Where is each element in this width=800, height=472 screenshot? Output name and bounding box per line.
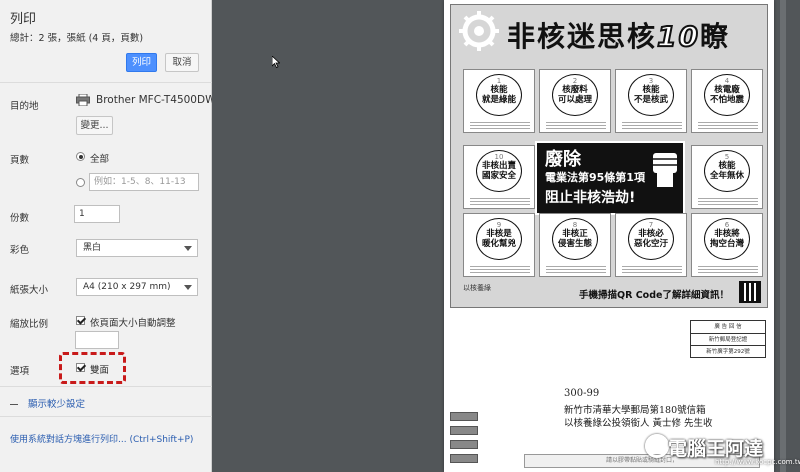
address-line-2: 以核養綠公投領銜人 黃士修 先生收 bbox=[564, 418, 713, 429]
pages-all-label: 全部 bbox=[90, 154, 110, 165]
myth-circle: 6 非核將 掏空台灣 bbox=[704, 218, 750, 260]
watermark: 電腦王阿達 bbox=[668, 438, 764, 460]
myth-body-text bbox=[546, 120, 606, 130]
collapse-icon bbox=[10, 404, 18, 405]
myth-body-text bbox=[470, 196, 530, 206]
center-banner: 廢除 電業法第95條第1項 阻止非核浩劫! bbox=[535, 141, 685, 215]
poster-title-suffix: 瞭 bbox=[700, 20, 731, 53]
print-button[interactable]: 列印 bbox=[126, 53, 157, 72]
pages-all-radio[interactable] bbox=[76, 152, 85, 161]
duplex-checkbox[interactable] bbox=[76, 363, 85, 372]
preview-page[interactable]: 非核迷思核10瞭 1 核能 就是綠能 2 核廢料 可以處理 3 核能 不是核武 4 核電… bbox=[444, 0, 774, 472]
paper-size-select[interactable]: A4 (210 x 297 mm) bbox=[76, 278, 198, 296]
destination-label: 目的地 bbox=[10, 101, 39, 112]
address-line-1: 新竹市清華大學郵局第180號信箱 bbox=[564, 405, 706, 416]
myth-card: 10 非核出賣 國家安全 bbox=[463, 145, 535, 209]
color-label: 彩色 bbox=[10, 245, 30, 256]
pages-custom-radio[interactable] bbox=[76, 178, 85, 187]
myth-circle: 1 核能 就是綠能 bbox=[476, 74, 522, 116]
chevron-down-icon bbox=[184, 285, 192, 290]
copies-input[interactable]: 1 bbox=[74, 205, 120, 223]
myth-circle: 8 非核正 侵害生態 bbox=[552, 218, 598, 260]
color-select[interactable]: 黑白 bbox=[76, 239, 198, 257]
qr-code-icon bbox=[739, 281, 761, 303]
barcode-bar bbox=[450, 426, 478, 435]
scale-input[interactable] bbox=[75, 331, 119, 349]
watermark-logo-icon bbox=[645, 434, 669, 458]
fist-icon bbox=[653, 153, 677, 187]
myth-card: 7 非核必 惡化空汙 bbox=[615, 213, 687, 277]
divider bbox=[0, 386, 212, 387]
myth-card: 2 核廢料 可以處理 bbox=[539, 69, 611, 133]
myth-card: 3 核能 不是核武 bbox=[615, 69, 687, 133]
center-sub-text: 電業法第95條第1項 bbox=[545, 171, 645, 184]
myth-card: 5 核能 全年無休 bbox=[691, 145, 763, 209]
duplex-label: 雙面 bbox=[90, 365, 110, 376]
chevron-down-icon bbox=[184, 246, 192, 251]
watermark-url: http://www.kocpc.com.tw bbox=[715, 458, 800, 466]
fewer-settings-label: 顯示較少設定 bbox=[28, 399, 86, 410]
myth-circle: 2 核廢料 可以處理 bbox=[552, 74, 598, 116]
color-select-value: 黑白 bbox=[83, 243, 102, 253]
myth-card: 6 非核將 掏空台灣 bbox=[691, 213, 763, 277]
copies-label: 份數 bbox=[10, 213, 30, 224]
poster-title-number: 10 bbox=[656, 19, 700, 54]
barcode-bar bbox=[450, 454, 478, 463]
myth-circle: 5 核能 全年無休 bbox=[704, 150, 750, 192]
postage-box: 廣 告 回 信 新竹郵局登記證 新竹廣字第292號 bbox=[690, 320, 766, 358]
myth-body-text bbox=[622, 120, 682, 130]
printer-icon bbox=[76, 94, 90, 106]
gear-icon bbox=[459, 11, 499, 51]
system-dialog-link[interactable]: 使用系統對話方塊進行列印... (Ctrl+Shift+P) bbox=[10, 432, 193, 445]
print-title: 列印 bbox=[10, 12, 37, 27]
divider bbox=[0, 416, 212, 417]
myth-body-text bbox=[470, 120, 530, 130]
fit-to-page-label: 依頁面大小自動調整 bbox=[90, 318, 176, 329]
sheet-total: 總計：2 張，張紙 (4 頁，頁數) bbox=[10, 33, 144, 44]
myth-card: 9 非核是 暖化幫兇 bbox=[463, 213, 535, 277]
preview-scrollbar[interactable] bbox=[780, 0, 786, 472]
cancel-button[interactable]: 取消 bbox=[165, 53, 199, 72]
scale-label: 縮放比例 bbox=[10, 319, 49, 330]
fewer-settings-link[interactable]: 顯示較少設定 bbox=[10, 396, 85, 410]
barcode-bar bbox=[450, 440, 478, 449]
qr-caption: 手機掃描QR Code了解詳細資訊！ bbox=[579, 290, 729, 301]
myth-circle: 4 核電廠 不怕地震 bbox=[704, 74, 750, 116]
center-sub2-text: 阻止非核浩劫! bbox=[545, 190, 636, 206]
paper-size-value: A4 (210 x 297 mm) bbox=[83, 282, 171, 292]
fit-to-page-checkbox[interactable] bbox=[76, 316, 85, 325]
myth-body-text bbox=[546, 264, 606, 274]
zip-code: 300-99 bbox=[564, 388, 600, 399]
pages-label: 頁數 bbox=[10, 155, 30, 166]
center-main-text: 廢除 bbox=[545, 149, 581, 170]
myth-card: 8 非核正 侵害生態 bbox=[539, 213, 611, 277]
options-label: 選項 bbox=[10, 366, 30, 377]
change-destination-button[interactable]: 變更... bbox=[76, 116, 113, 135]
printer-name: Brother MFC-T4500DW... bbox=[96, 94, 225, 106]
poster: 非核迷思核10瞭 1 核能 就是綠能 2 核廢料 可以處理 3 核能 不是核武 4 核電… bbox=[450, 4, 768, 308]
poster-title-core: 核 bbox=[627, 20, 658, 53]
divider bbox=[0, 82, 212, 83]
myth-body-text bbox=[470, 264, 530, 274]
myth-circle: 7 非核必 惡化空汙 bbox=[628, 218, 674, 260]
poster-title-prefix: 非核迷思 bbox=[507, 20, 628, 53]
myth-circle: 10 非核出賣 國家安全 bbox=[476, 150, 522, 192]
myth-body-text bbox=[622, 264, 682, 274]
myth-circle: 3 核能 不是核武 bbox=[628, 74, 674, 116]
barcode-bar bbox=[450, 412, 478, 421]
print-settings-sidebar: 列印 總計：2 張，張紙 (4 頁，頁數) 列印 取消 目的地 Brother … bbox=[0, 0, 224, 472]
myth-card: 1 核能 就是綠能 bbox=[463, 69, 535, 133]
pages-custom-input[interactable]: 例如：1-5、8、11-13 bbox=[89, 173, 199, 191]
paper-size-label: 紙張大小 bbox=[10, 285, 49, 296]
org-logo: 以核養綠 bbox=[463, 284, 491, 292]
myth-card: 4 核電廠 不怕地震 bbox=[691, 69, 763, 133]
myth-body-text bbox=[698, 120, 758, 130]
myth-body-text bbox=[698, 196, 758, 206]
poster-title: 非核迷思核10瞭 bbox=[507, 15, 757, 63]
myth-body-text bbox=[698, 264, 758, 274]
mouse-cursor-icon bbox=[272, 56, 280, 68]
myth-circle: 9 非核是 暖化幫兇 bbox=[476, 218, 522, 260]
